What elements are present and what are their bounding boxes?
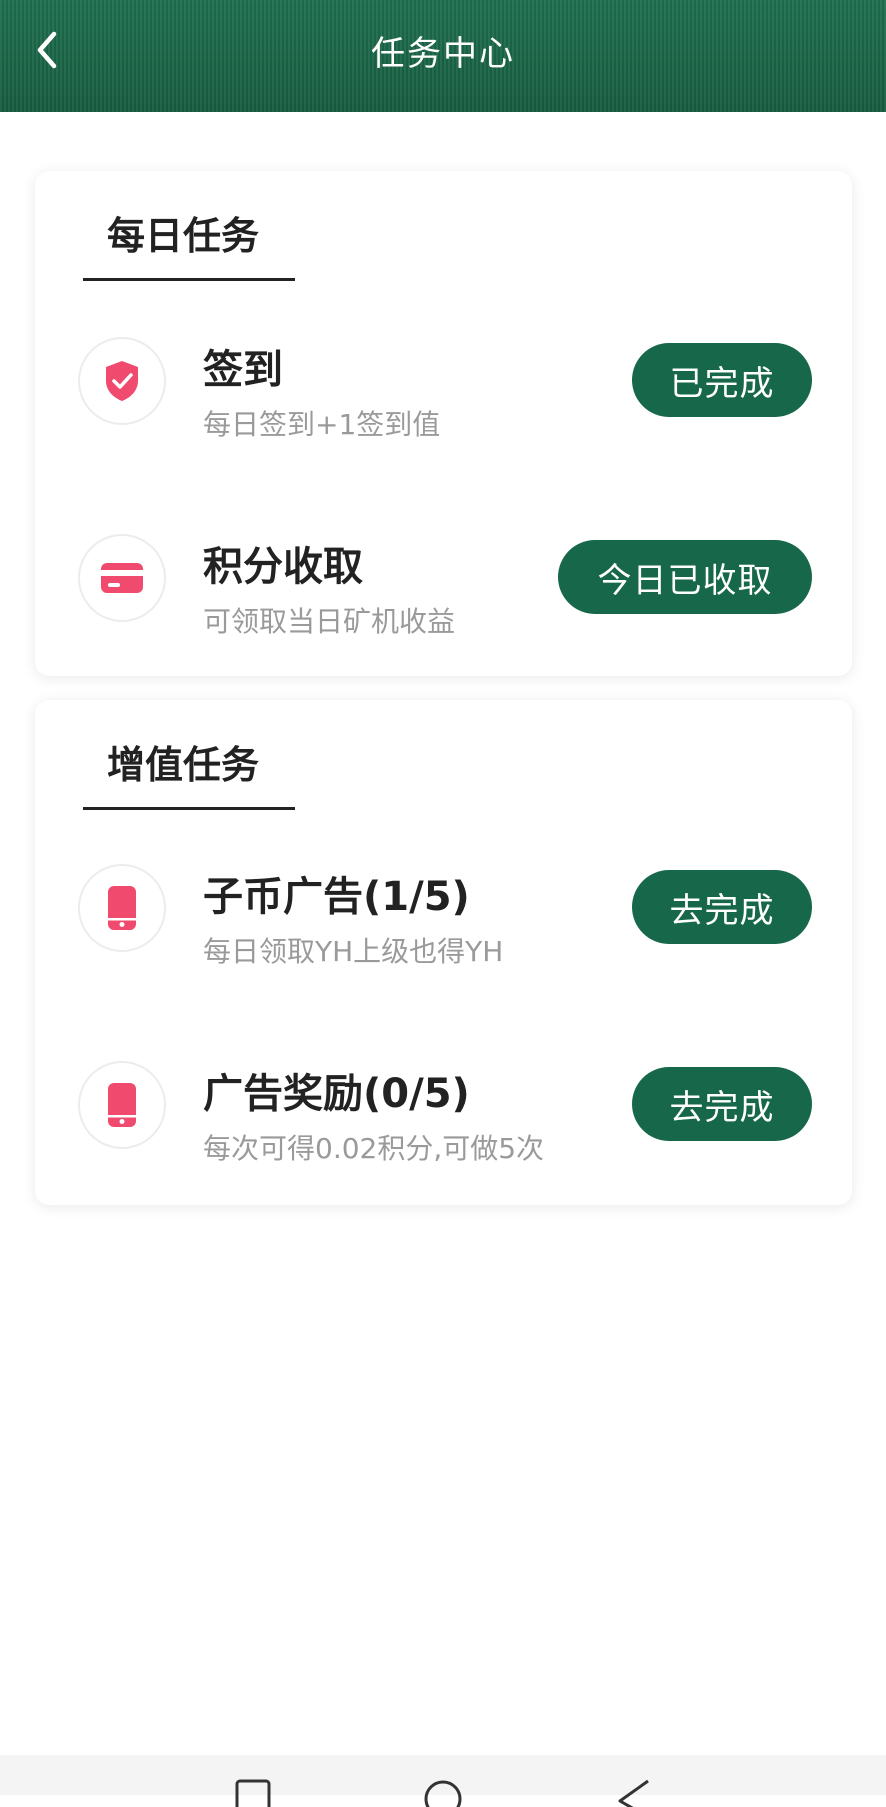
task-status-button[interactable]: 今日已收取 [558, 540, 812, 614]
task-row-points-collect: 积分收取 可领取当日矿机收益 今日已收取 [35, 534, 852, 654]
task-desc: 每日签到+1签到值 [203, 408, 441, 441]
phone-icon [108, 1083, 136, 1127]
phone-icon [108, 886, 136, 930]
go-complete-button[interactable]: 去完成 [632, 870, 812, 944]
card-icon [101, 563, 143, 593]
task-row-ad-reward: 广告奖励(0/5) 每次可得0.02积分,可做5次 去完成 [35, 1061, 852, 1181]
task-name: 积分收取 [203, 544, 363, 590]
task-icon-container [78, 864, 166, 952]
system-nav-bar [0, 1755, 886, 1807]
section-underline [83, 807, 295, 810]
task-desc: 每日领取YH上级也得YH [203, 935, 504, 968]
task-desc: 可领取当日矿机收益 [203, 605, 456, 638]
circle-icon[interactable] [422, 1777, 464, 1807]
square-icon[interactable] [232, 1777, 274, 1807]
task-icon-container [78, 1061, 166, 1149]
task-name: 签到 [203, 347, 283, 393]
page-title: 任务中心 [371, 33, 515, 74]
task-name: 广告奖励(0/5) [203, 1071, 470, 1117]
task-row-coin-ads: 子币广告(1/5) 每日领取YH上级也得YH 去完成 [35, 864, 852, 984]
value-added-tasks-card: 增值任务 子币广告(1/5) 每日领取YH上级也得YH 去完成 广告奖励(0/5… [35, 700, 852, 1205]
go-complete-button[interactable]: 去完成 [632, 1067, 812, 1141]
app-header: 任务中心 [0, 0, 886, 112]
task-row-checkin: 签到 每日签到+1签到值 已完成 [35, 337, 852, 457]
task-icon-container [78, 534, 166, 622]
section-title-daily: 每日任务 [107, 214, 260, 258]
section-underline [83, 278, 295, 281]
task-desc: 每次可得0.02积分,可做5次 [203, 1132, 545, 1165]
task-icon-container [78, 337, 166, 425]
triangle-back-icon[interactable] [612, 1777, 654, 1807]
task-status-button[interactable]: 已完成 [632, 343, 812, 417]
shield-check-icon [106, 361, 138, 401]
section-title-value-added: 增值任务 [107, 743, 260, 787]
task-name: 子币广告(1/5) [203, 874, 470, 920]
daily-tasks-card: 每日任务 签到 每日签到+1签到值 已完成 积分收取 可领取当日矿机收益 今日已… [35, 171, 852, 676]
